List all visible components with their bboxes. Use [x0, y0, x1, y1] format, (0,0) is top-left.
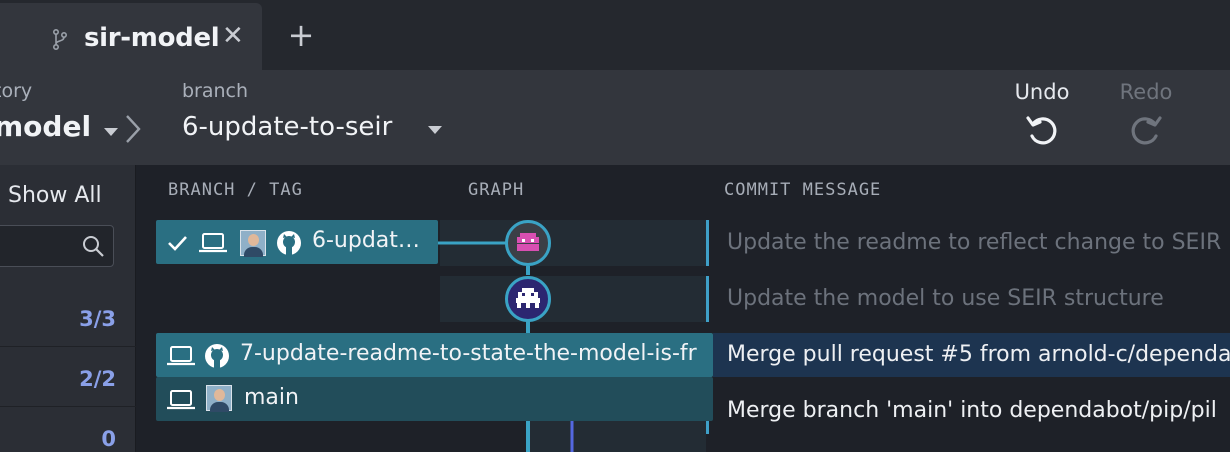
filter-input[interactable] [0, 225, 114, 267]
laptop-icon [167, 390, 195, 410]
branch-pill-main[interactable]: main [156, 377, 713, 421]
commit-message[interactable]: Update the model to use SEIR structure [727, 286, 1164, 311]
column-header-commit-message[interactable]: COMMIT MESSAGE [724, 165, 881, 215]
list-item[interactable]: 0 [0, 407, 136, 452]
tab-sir-model[interactable]: sir-model ✕ [0, 3, 262, 70]
chevron-down-icon[interactable] [428, 126, 442, 134]
laptop-icon [199, 233, 227, 253]
avatar [206, 385, 232, 412]
repository-caption: tory [0, 80, 33, 102]
branch-selector[interactable]: 6-update-to-seir [182, 112, 392, 142]
github-icon [277, 231, 301, 255]
list-item[interactable]: 3/3 [0, 287, 136, 347]
laptop-icon [167, 346, 195, 366]
repository-selector[interactable]: model [0, 110, 91, 143]
check-icon [168, 236, 187, 251]
count-badge: 2/2 [79, 367, 116, 391]
close-icon[interactable]: ✕ [222, 21, 244, 51]
redo-icon [1131, 116, 1162, 145]
branch-caption: branch [182, 80, 249, 102]
branch-pill-7-update-readme[interactable]: 7-update-readme-to-state-the-model-is-fr [156, 333, 713, 377]
app-window: sir-model ✕ + tory model branch 6-update… [0, 0, 1230, 452]
column-header-branch-tag[interactable]: BRANCH / TAG [168, 165, 303, 215]
table-row[interactable] [440, 276, 706, 322]
show-all-button[interactable]: Show All [8, 183, 102, 208]
undo-icon [1026, 116, 1057, 145]
toolbar: tory model branch 6-update-to-seir Undo … [0, 70, 1230, 165]
table-row[interactable] [440, 220, 706, 266]
count-badge: 0 [101, 427, 116, 451]
count-badge: 3/3 [79, 307, 116, 331]
identicon-icon [517, 233, 539, 251]
search-icon [83, 236, 104, 257]
avatar[interactable] [505, 276, 551, 322]
avatar[interactable] [505, 220, 551, 266]
left-panel: Show All 3/3 2/2 0 [0, 165, 136, 452]
branch-label: main [244, 385, 299, 410]
chevron-down-icon[interactable] [104, 128, 118, 136]
branch-pill-6-update-to-seir[interactable]: 6-updat… [156, 220, 438, 264]
chevron-right-icon [126, 115, 141, 143]
redo-label: Redo [1119, 80, 1173, 104]
undo-label: Undo [1014, 80, 1070, 104]
table-row[interactable] [530, 420, 706, 452]
tab-title: sir-model [84, 23, 220, 53]
commit-message[interactable]: Merge pull request #5 from arnold-c/depe… [727, 342, 1230, 367]
row-divider [706, 220, 709, 266]
row-divider [706, 420, 709, 434]
tab-bar: sir-model ✕ + [0, 0, 1230, 70]
branch-label: 7-update-readme-to-state-the-model-is-fr [240, 341, 697, 366]
avatar [240, 230, 266, 257]
branch-label: 6-updat… [312, 228, 420, 253]
row-divider [706, 276, 709, 322]
commit-message[interactable]: Merge branch 'main' into dependabot/pip/… [727, 398, 1217, 423]
commit-message[interactable]: Update the readme to reflect change to S… [727, 230, 1221, 255]
column-header-graph[interactable]: GRAPH [468, 165, 524, 215]
new-tab-button[interactable]: + [286, 18, 316, 52]
list-item[interactable]: 2/2 [0, 347, 136, 407]
undo-button[interactable]: Undo [1006, 80, 1078, 160]
redo-button[interactable]: Redo [1110, 80, 1182, 160]
github-icon [205, 344, 229, 368]
branch-icon [52, 28, 68, 50]
identicon-icon [516, 288, 540, 308]
